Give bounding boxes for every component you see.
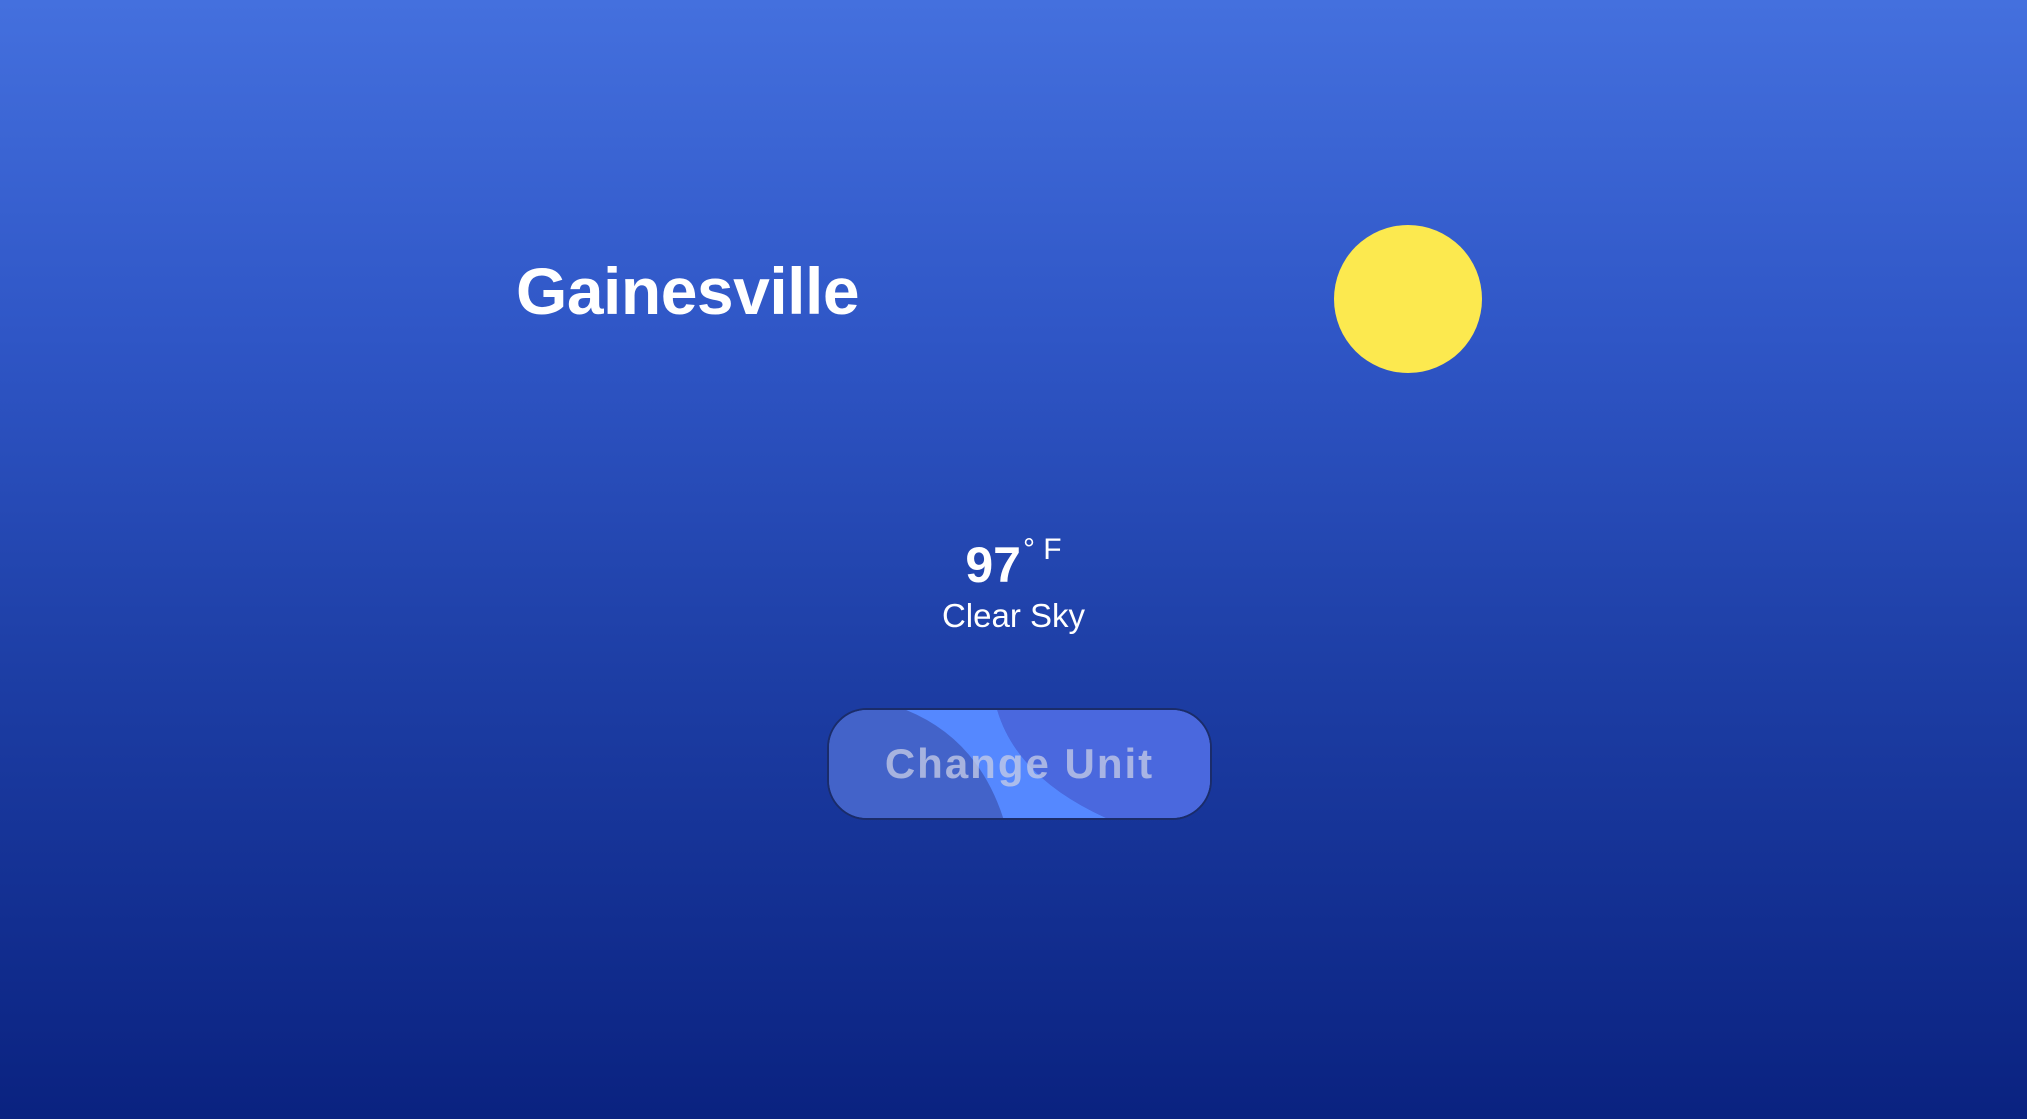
weather-condition: Clear Sky <box>941 597 1086 634</box>
city-name: Gainesville <box>516 254 860 328</box>
weather-summary: 97° F Clear Sky <box>0 535 2027 634</box>
temperature-display: 97° F <box>965 533 1062 593</box>
change-unit-label: Change Unit <box>884 740 1155 787</box>
temperature-unit: ° F <box>1022 533 1062 566</box>
sun-icon <box>1334 225 1482 373</box>
change-unit-button[interactable]: Change Unit <box>827 708 1212 820</box>
temperature-value: 97 <box>965 537 1021 593</box>
